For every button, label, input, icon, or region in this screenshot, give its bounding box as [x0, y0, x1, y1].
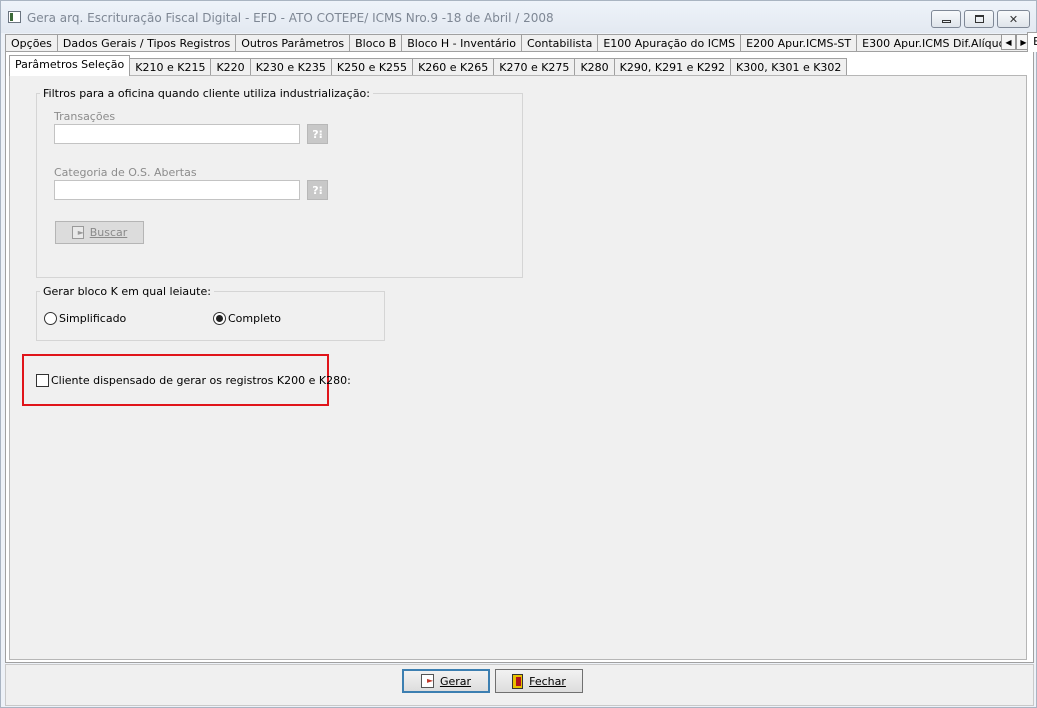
- categoria-label: Categoria de O.S. Abertas: [54, 166, 197, 179]
- completo-radio[interactable]: [213, 312, 226, 325]
- categoria-input[interactable]: [54, 180, 300, 200]
- tab-opcoes[interactable]: Opções: [5, 34, 58, 52]
- simplificado-label: Simplificado: [59, 312, 127, 325]
- maximize-icon: [974, 15, 984, 23]
- close-icon: ✕: [1008, 12, 1019, 26]
- simplificado-radio[interactable]: [44, 312, 57, 325]
- layout-legend: Gerar bloco K em qual leiaute:: [40, 285, 214, 298]
- gerar-button[interactable]: Gerar: [402, 669, 490, 693]
- app-icon: [8, 11, 21, 23]
- fechar-button[interactable]: Fechar: [495, 669, 583, 693]
- tab-dados-gerais[interactable]: Dados Gerais / Tipos Registros: [56, 34, 237, 52]
- lookup-icon: ?⁝: [312, 183, 323, 197]
- subtab-k280[interactable]: K280: [574, 58, 615, 76]
- filters-legend: Filtros para a oficina quando cliente ut…: [40, 87, 373, 100]
- completo-label: Completo: [228, 312, 281, 325]
- close-button[interactable]: ✕: [997, 10, 1030, 28]
- title-bar: Gera arq. Escrituração Fiscal Digital - …: [1, 1, 1036, 33]
- tab-bloco-b[interactable]: Bloco B: [349, 34, 403, 52]
- subtab-k260[interactable]: K260 e K265: [412, 58, 495, 76]
- cliente-dispensado-label: Cliente dispensado de gerar os registros…: [51, 374, 351, 387]
- subtab-k300[interactable]: K300, K301 e K302: [730, 58, 848, 76]
- tab-e200[interactable]: E200 Apur.ICMS-ST: [740, 34, 858, 52]
- tab-bloco-k[interactable]: Bloco K: [1027, 32, 1037, 52]
- gerar-label: Gerar: [439, 674, 472, 688]
- subtab-k210[interactable]: K210 e K215: [129, 58, 212, 76]
- window-title: Gera arq. Escrituração Fiscal Digital - …: [27, 11, 554, 25]
- main-window: Gera arq. Escrituração Fiscal Digital - …: [0, 0, 1037, 708]
- tab-bloco-h[interactable]: Bloco H - Inventário: [401, 34, 522, 52]
- fechar-label: Fechar: [529, 674, 566, 688]
- tab-outros-parametros[interactable]: Outros Parâmetros: [235, 34, 351, 52]
- categoria-lookup-button[interactable]: ?⁝: [307, 180, 328, 200]
- minimize-button[interactable]: [931, 10, 961, 28]
- buscar-button[interactable]: Buscar: [55, 221, 144, 244]
- tab-contabilista[interactable]: Contabilista: [520, 34, 599, 52]
- chevron-right-icon: ▶: [1020, 37, 1027, 47]
- minimize-icon: [941, 19, 951, 23]
- main-tab-strip: Opções Dados Gerais / Tipos Registros Ou…: [5, 32, 1037, 52]
- sub-tab-strip: Parâmetros Seleção K210 e K215 K220 K230…: [9, 55, 848, 76]
- transacoes-label: Transações: [54, 110, 116, 123]
- transacoes-input[interactable]: [54, 124, 300, 144]
- generate-icon: [420, 674, 434, 688]
- exit-door-icon: [512, 673, 524, 689]
- subtab-k290[interactable]: K290, K291 e K292: [613, 58, 732, 76]
- chevron-left-icon: ◀: [1005, 37, 1012, 47]
- search-document-icon: [71, 226, 84, 239]
- subtab-k250[interactable]: K250 e K255: [330, 58, 414, 76]
- maximize-button[interactable]: [964, 10, 994, 28]
- tab-scroll-left-button[interactable]: ◀: [1001, 34, 1016, 50]
- lookup-icon: ?⁝: [312, 127, 323, 141]
- transacoes-lookup-button[interactable]: ?⁝: [307, 124, 328, 144]
- tab-e100[interactable]: E100 Apuração do ICMS: [597, 34, 742, 52]
- subtab-k270[interactable]: K270 e K275: [493, 58, 576, 76]
- buscar-label: Buscar: [89, 226, 128, 239]
- cliente-dispensado-checkbox[interactable]: [36, 374, 49, 387]
- subtab-k230[interactable]: K230 e K235: [249, 58, 332, 76]
- subtab-k220[interactable]: K220: [210, 58, 251, 76]
- subtab-parametros-selecao[interactable]: Parâmetros Seleção: [9, 55, 131, 76]
